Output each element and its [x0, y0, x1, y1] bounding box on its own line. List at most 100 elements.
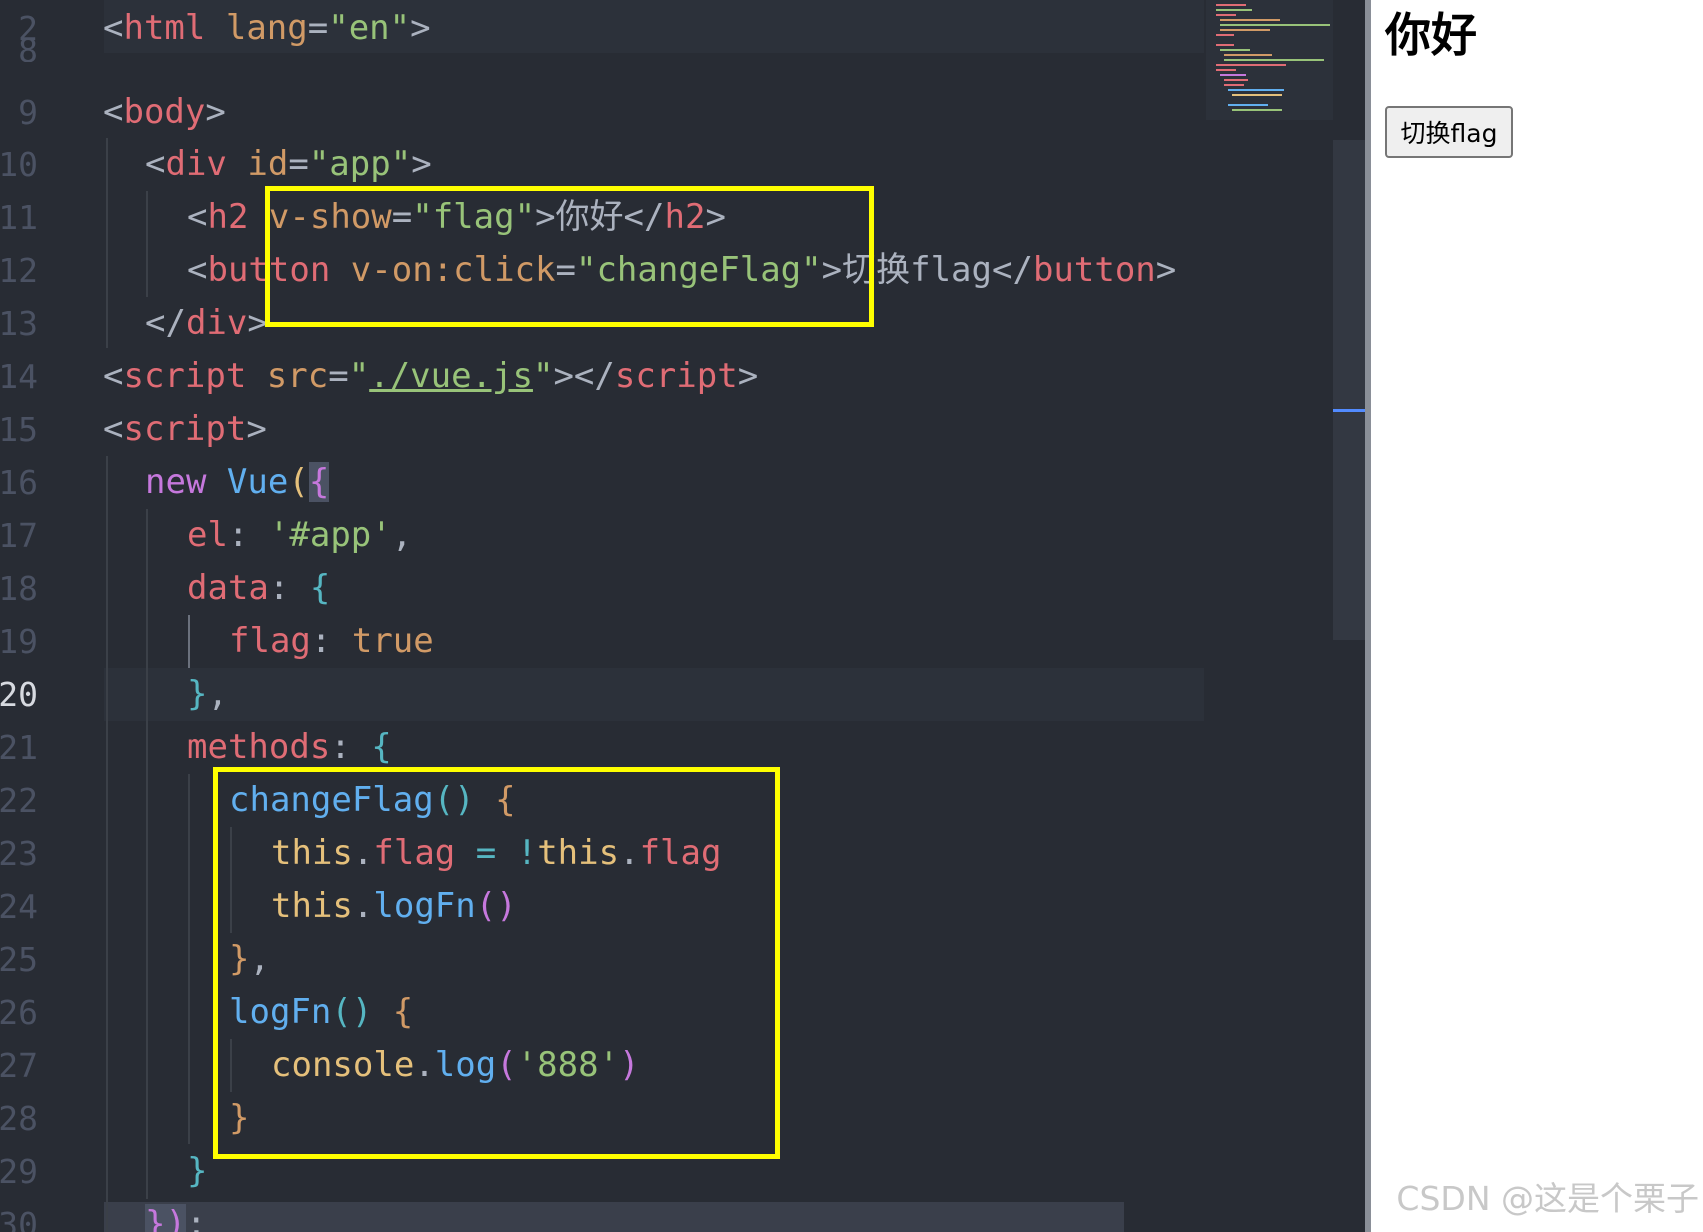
code-line-10[interactable]: <div id="app"> — [145, 138, 432, 191]
token: div — [185, 303, 248, 343]
line-number: 9 — [18, 93, 38, 132]
token: ></ — [553, 356, 615, 396]
line-number: 18 — [0, 569, 38, 608]
line-number: 30 — [0, 1205, 38, 1232]
token: < — [187, 197, 208, 237]
token: > — [410, 8, 431, 48]
token: < — [103, 92, 124, 132]
token: src — [266, 356, 329, 396]
code-line-17[interactable]: el: '#app', — [187, 509, 412, 562]
token: > — [246, 409, 267, 449]
token: : — [310, 621, 352, 661]
line-number: 28 — [0, 1099, 38, 1138]
token: { — [309, 568, 331, 608]
highlight-box-methods — [213, 767, 780, 1159]
token: , — [391, 515, 413, 555]
code-line-19[interactable]: flag: true — [229, 615, 434, 668]
token: body — [123, 92, 206, 132]
line-number: 16 — [0, 463, 38, 502]
token: html — [123, 8, 206, 48]
token: > — [1155, 250, 1177, 290]
token: id — [247, 144, 289, 184]
token: > — [411, 144, 432, 184]
token: flag — [910, 250, 992, 290]
line-number: 29 — [0, 1152, 38, 1191]
token: "app" — [308, 144, 412, 184]
token: < — [103, 356, 124, 396]
indent-guide — [106, 456, 108, 1232]
indent-guide — [188, 615, 190, 668]
token: > — [205, 92, 226, 132]
code-line-29[interactable]: } — [187, 1145, 207, 1198]
indent-guide — [146, 509, 148, 1199]
token: < — [103, 8, 124, 48]
file-link[interactable]: ./vue.js — [369, 356, 533, 396]
token: '#app' — [268, 515, 392, 555]
token: new — [145, 462, 207, 502]
token: h2 — [207, 197, 249, 237]
token: lang — [225, 8, 308, 48]
code-line-20[interactable]: }, — [187, 668, 228, 721]
token: methods — [187, 727, 331, 767]
current-line-highlight — [104, 668, 1204, 721]
code-line-9[interactable]: <body> — [103, 86, 226, 139]
token: " — [348, 356, 370, 396]
token: ( — [288, 462, 309, 502]
code-line-30[interactable]: }); — [145, 1198, 206, 1232]
line-number: 25 — [0, 940, 38, 979]
token: script — [123, 356, 247, 396]
token: true — [351, 621, 434, 661]
toggle-flag-button[interactable]: 切换flag — [1385, 106, 1513, 158]
cursor-position-marker — [1333, 409, 1365, 412]
code-line-18[interactable]: data: { — [187, 562, 330, 615]
indent-guide — [106, 138, 108, 348]
highlight-box-template — [265, 186, 874, 327]
line-number-gutter: 2 8 9 10 11 12 13 14 15 16 17 18 19 20 2… — [0, 0, 60, 1232]
scrollbar-thumb[interactable] — [1333, 140, 1365, 640]
line-number: 12 — [0, 251, 38, 290]
token: < — [145, 144, 166, 184]
token: { — [371, 727, 392, 767]
code-line-13[interactable]: </div> — [145, 297, 268, 350]
code-line-15[interactable]: <script> — [103, 403, 267, 456]
token: Vue — [226, 462, 289, 502]
token: </ — [145, 303, 186, 343]
preview-heading: 你好 — [1385, 8, 1477, 62]
token: = — [307, 8, 329, 48]
indent-guide — [188, 774, 190, 1144]
token: script — [123, 409, 247, 449]
token: "en" — [328, 8, 411, 48]
token: } — [187, 674, 208, 714]
token: } — [187, 1151, 208, 1191]
token: script — [614, 356, 738, 396]
line-number: 27 — [0, 1046, 38, 1085]
code-line-2[interactable]: <html lang="en"> — [103, 2, 431, 55]
token: ; — [185, 1204, 207, 1232]
vertical-scrollbar[interactable] — [1333, 0, 1365, 1232]
token: button — [1032, 250, 1156, 290]
token: { — [308, 462, 330, 502]
line-number: 13 — [0, 304, 38, 343]
code-line-14[interactable]: <script src="./vue.js"></script> — [103, 350, 758, 403]
line-number: 26 — [0, 993, 38, 1032]
code-line-16[interactable]: new Vue({ — [145, 456, 330, 509]
line-number-active: 20 — [0, 675, 38, 714]
token: : — [268, 568, 310, 608]
token: el — [187, 515, 228, 555]
line-number: 19 — [0, 622, 38, 661]
line-number: 8 — [18, 40, 38, 62]
minimap[interactable] — [1206, 0, 1334, 120]
token: }) — [145, 1204, 186, 1232]
token: data — [187, 568, 269, 608]
token: < — [187, 250, 208, 290]
indent-guide — [146, 191, 148, 297]
line-highlight-bottom — [104, 1202, 1124, 1232]
line-number: 21 — [0, 728, 38, 767]
line-number: 24 — [0, 887, 38, 926]
code-editor[interactable]: 2 8 9 10 11 12 13 14 15 16 17 18 19 20 2… — [0, 0, 1365, 1232]
line-number: 11 — [0, 198, 38, 237]
line-number: 23 — [0, 834, 38, 873]
